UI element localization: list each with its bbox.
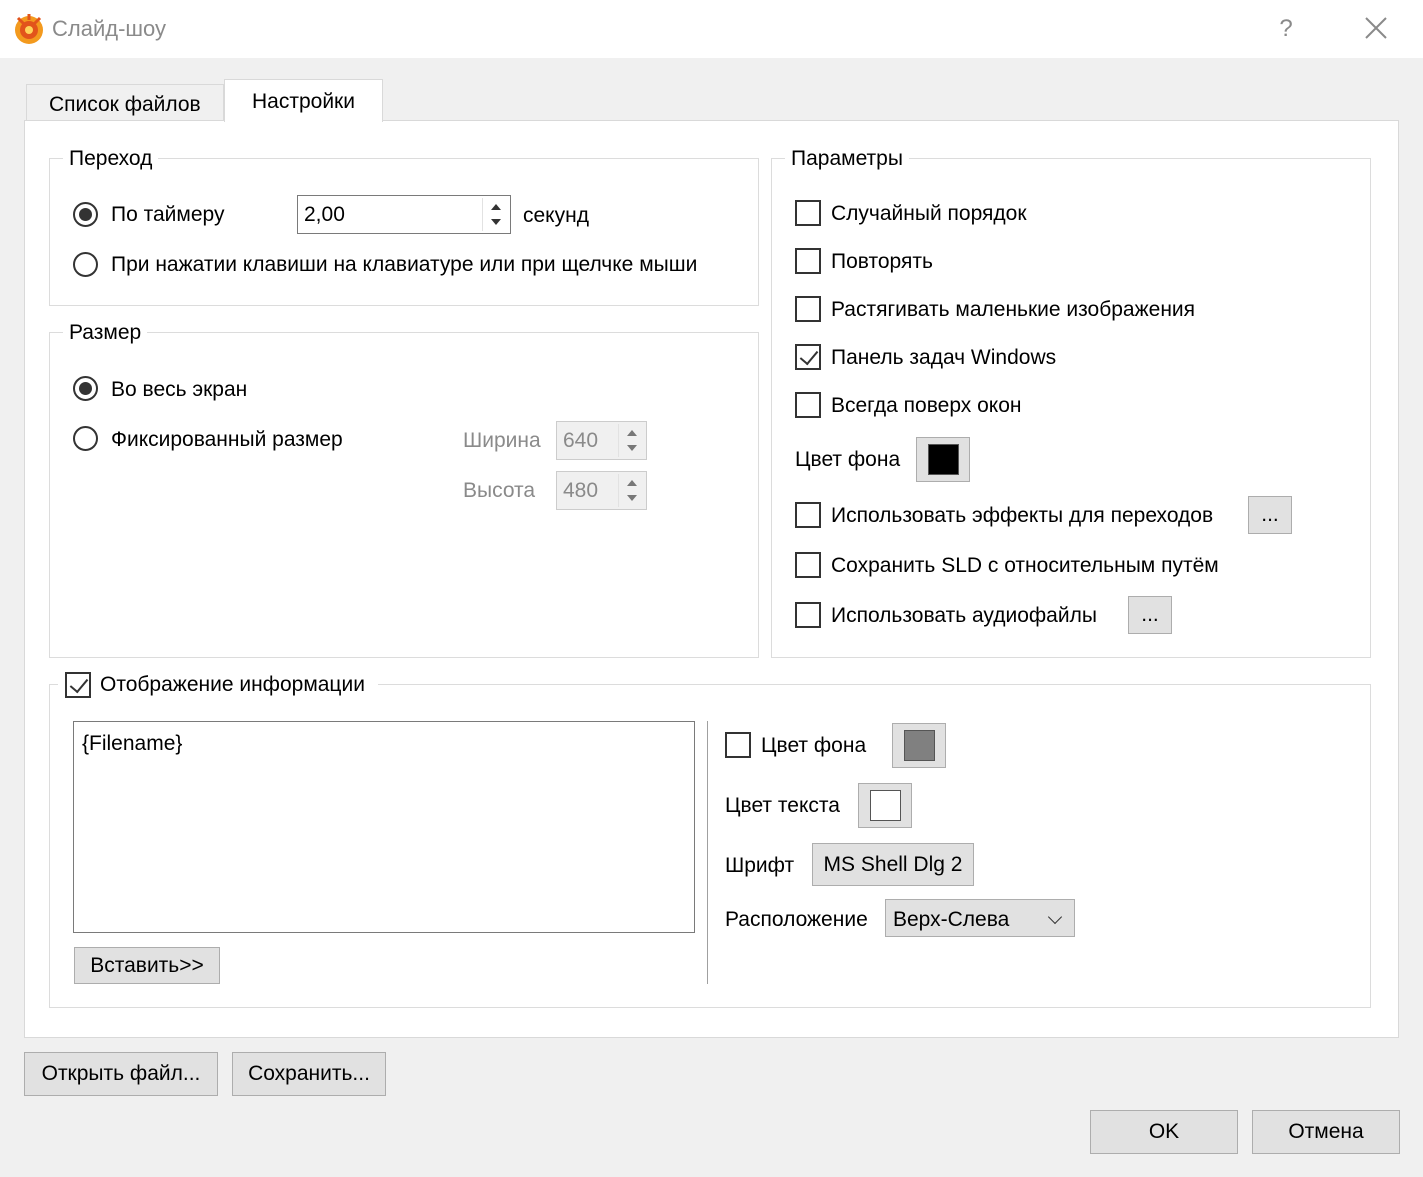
text-color-swatch [870,790,901,821]
width-input[interactable]: 640 [556,421,647,460]
info-display-label: Отображение информации [100,673,365,696]
relative-path-label: Сохранить SLD с относительным путём [831,554,1219,577]
tab-file-list[interactable]: Список файлов [26,84,224,122]
taskbar-label: Панель задач Windows [831,346,1057,369]
timer-unit-label: секунд [523,204,589,227]
height-value: 480 [563,478,599,502]
spin-down-icon[interactable] [627,445,637,451]
window-title: Слайд-шоу [52,16,167,41]
random-order-label: Случайный порядок [831,202,1027,225]
ok-button[interactable]: OK [1090,1110,1238,1154]
timer-seconds-value: 2,00 [304,202,345,226]
always-on-top-label: Всегда поверх окон [831,394,1022,417]
spin-down-icon[interactable] [627,495,637,501]
info-template-text: {Filename} [82,732,183,755]
info-vertical-divider [707,721,708,984]
parameters-legend: Параметры [785,147,909,171]
info-background-checkbox[interactable] [725,732,751,758]
relative-path-checkbox[interactable] [795,552,821,578]
timer-radio[interactable] [73,202,98,227]
width-spin-buttons[interactable] [618,424,644,457]
timer-spin-buttons[interactable] [482,198,508,231]
transition-legend: Переход [63,147,159,171]
spin-up-icon[interactable] [627,430,637,436]
transition-effects-label: Использовать эффекты для переходов [831,504,1214,527]
width-value: 640 [563,428,599,452]
info-background-color-swatch [904,730,935,761]
close-icon [1365,17,1387,39]
spin-down-icon[interactable] [491,219,501,225]
always-on-top-checkbox[interactable] [795,392,821,418]
background-color-label: Цвет фона [795,448,901,471]
position-select[interactable]: Верх-Слева [885,899,1075,937]
title-bar: Слайд-шоу ? [0,0,1423,58]
position-select-value: Верх-Слева [893,908,1010,931]
insert-button[interactable]: Вставить>> [74,947,220,984]
audio-files-settings-button[interactable]: ... [1128,596,1172,634]
info-background-color-button[interactable] [892,723,946,768]
fixed-size-label: Фиксированный размер [111,428,343,451]
text-color-label: Цвет текста [725,794,840,817]
stretch-small-checkbox[interactable] [795,296,821,322]
size-legend: Размер [63,321,148,345]
timer-seconds-input[interactable]: 2,00 [297,195,511,234]
position-label: Расположение [725,908,868,931]
fullscreen-radio[interactable] [73,376,98,401]
app-icon [12,12,46,46]
height-label: Высота [463,479,536,502]
audio-files-label: Использовать аудиофайлы [831,604,1097,627]
height-input[interactable]: 480 [556,471,647,510]
key-click-radio[interactable] [73,252,98,277]
transition-effects-settings-button[interactable]: ... [1248,496,1292,534]
background-color-swatch [928,444,959,475]
height-spin-buttons[interactable] [618,474,644,507]
font-label: Шрифт [725,854,795,877]
transition-effects-checkbox[interactable] [795,502,821,528]
info-display-checkbox[interactable] [65,672,91,698]
timer-label: По таймеру [111,203,225,226]
save-button[interactable]: Сохранить... [232,1052,386,1096]
tab-settings[interactable]: Настройки [224,79,383,122]
key-click-label: При нажатии клавиши на клавиатуре или пр… [111,253,698,276]
width-label: Ширина [463,429,541,452]
chevron-down-icon [1047,909,1063,925]
font-button[interactable]: MS Shell Dlg 2 [812,843,974,886]
text-color-button[interactable] [858,783,912,828]
spin-up-icon[interactable] [491,204,501,210]
fixed-size-radio[interactable] [73,426,98,451]
taskbar-checkbox[interactable] [795,344,821,370]
cancel-button[interactable]: Отмена [1252,1110,1400,1154]
help-button[interactable]: ? [1270,12,1302,46]
spin-up-icon[interactable] [627,480,637,486]
repeat-checkbox[interactable] [795,248,821,274]
open-file-button[interactable]: Открыть файл... [24,1052,218,1096]
info-background-label: Цвет фона [761,734,867,757]
close-button[interactable] [1358,12,1394,46]
stretch-small-label: Растягивать маленькие изображения [831,298,1196,321]
background-color-button[interactable] [916,437,970,482]
audio-files-checkbox[interactable] [795,602,821,628]
info-template-textarea[interactable]: {Filename} [73,721,695,933]
random-order-checkbox[interactable] [795,200,821,226]
repeat-label: Повторять [831,250,933,273]
fullscreen-label: Во весь экран [111,378,248,401]
